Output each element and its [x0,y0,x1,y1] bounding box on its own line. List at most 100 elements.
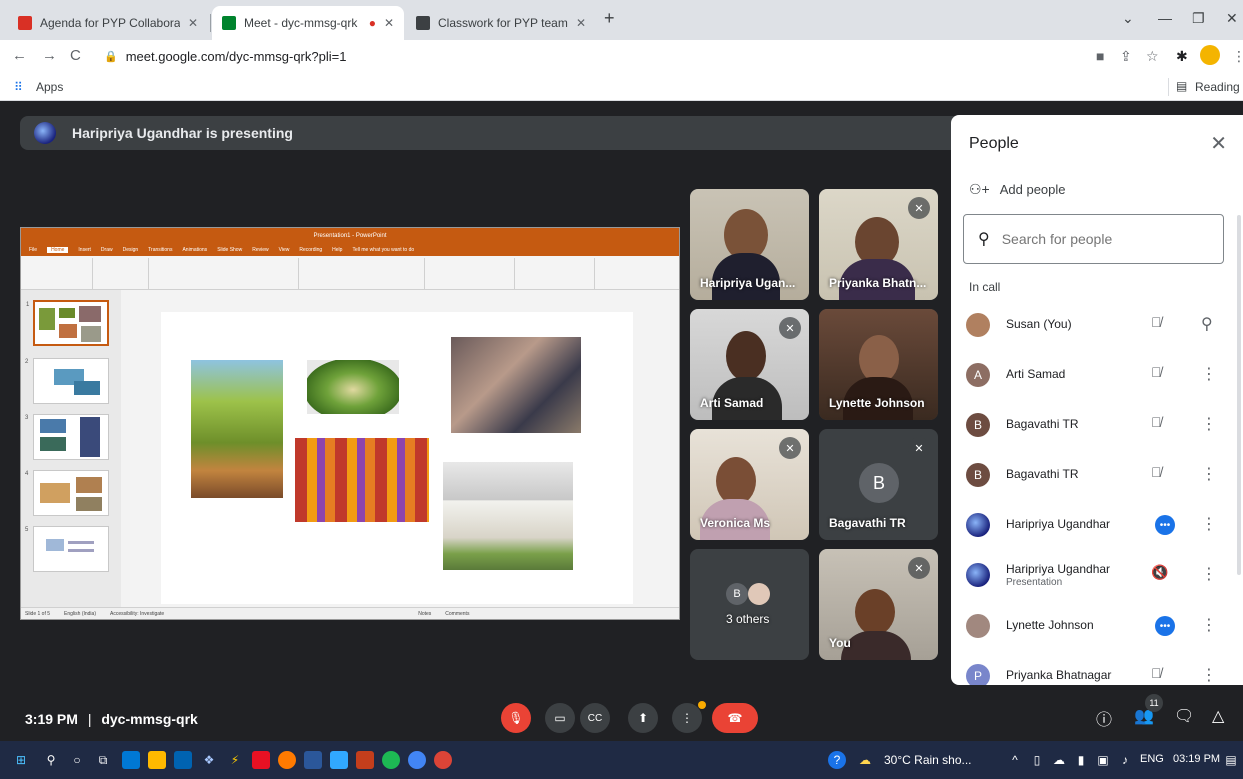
kebab-menu-icon[interactable]: ⋮ [1201,514,1217,534]
slide-thumb-5: 5 [25,526,109,572]
extensions-icon[interactable]: ✱ [1176,48,1188,65]
present-screen-button[interactable]: ⬆ [628,703,658,733]
add-people-button[interactable]: ⚇+ Add people [969,181,1066,198]
chrome-icon[interactable] [434,751,452,769]
chrome-icon[interactable] [408,751,426,769]
reload-icon[interactable]: C [70,47,81,64]
back-arrow-icon[interactable]: ← [12,47,27,64]
url-text: meet.google.com/dyc-mmsg-qrk?pli=1 [125,49,347,64]
kebab-menu-icon[interactable]: ⋮ [1201,665,1217,685]
mic-off-button[interactable]: 🎙 [501,703,531,733]
avatar [966,614,990,638]
video-tile[interactable]: Lynette Johnson [819,309,938,420]
file-explorer-icon[interactable] [148,751,166,769]
camera-icon[interactable]: ■ [1096,48,1104,64]
weather-text[interactable]: 30°C Rain sho... [884,753,972,767]
leave-call-button[interactable]: ☎ [712,703,758,733]
app-icon[interactable] [252,751,270,769]
battery-icon[interactable]: ▮ [1072,751,1090,769]
self-view-tile[interactable]: ✕ You [819,549,938,660]
network-icon[interactable]: ▣ [1094,751,1112,769]
system-clock[interactable]: ENG 03:19 PM [1140,753,1220,765]
forward-arrow-icon[interactable]: → [42,47,57,64]
app-icon[interactable]: ⚡ [226,751,244,769]
cortana-icon[interactable]: ○ [68,751,86,769]
video-tile[interactable]: ✕ Veronica Ms [690,429,809,540]
teams-icon[interactable]: ❖ [200,751,218,769]
minimize-button[interactable]: — [1158,10,1172,26]
tab-meet[interactable]: Meet - dyc-mmsg-qrk ● ✕ [212,6,404,40]
profile-avatar[interactable] [1200,45,1220,65]
video-tile[interactable]: Haripriya Ugan... [690,189,809,300]
volume-icon[interactable]: ♪ [1116,751,1134,769]
info-icon[interactable]: ⓘ [1096,706,1112,730]
browser-tab-bar: Agenda for PYP Collaboration M ✕ Meet - … [0,0,1243,40]
captions-button[interactable]: CC [580,703,610,733]
scrollbar[interactable] [1237,215,1241,575]
kebab-menu-icon[interactable]: ⋮ [1201,615,1217,635]
activities-icon[interactable]: △ [1212,706,1224,726]
video-tile[interactable]: ✕ Priyanka Bhatn... [819,189,938,300]
video-tile[interactable]: B ✕ Bagavathi TR [819,429,938,540]
more-options-button[interactable]: ⋮ [672,703,702,733]
spotify-icon[interactable] [382,751,400,769]
tab-classwork[interactable]: Classwork for PYP team @Gatew ✕ [406,6,596,40]
chat-icon[interactable]: 🗨 [1174,706,1194,726]
close-icon[interactable]: ✕ [576,16,586,30]
tab-agenda[interactable]: Agenda for PYP Collaboration M ✕ [8,6,208,40]
store-icon[interactable] [174,751,192,769]
participant-row[interactable]: B Bagavathi TR 🎙̸ ⋮ [951,450,1231,500]
participant-row[interactable]: B Bagavathi TR 🎙̸ ⋮ [951,400,1231,450]
maximize-button[interactable]: ❐ [1192,10,1205,27]
avatar: A [966,363,990,387]
windows-start-icon[interactable]: ⊞ [12,751,30,769]
tile-name: Bagavathi TR [829,516,906,530]
url-bar[interactable]: 🔒 meet.google.com/dyc-mmsg-qrk?pli=1 [94,44,1094,69]
participant-row[interactable]: P Priyanka Bhatnagar 🎙̸ ⋮ [951,651,1231,685]
kebab-menu-icon[interactable]: ⋮ [1201,364,1217,384]
camera-button[interactable]: ▭ [545,703,575,733]
shared-screen[interactable]: Presentation1 - PowerPoint File Home Ins… [20,227,680,620]
participant-row[interactable]: Susan (You) 🎙̸ ⚲ [951,300,1231,350]
close-window-button[interactable]: ✕ [1226,10,1238,27]
others-tile[interactable]: B 3 others [690,549,809,660]
onedrive-icon[interactable]: ☁ [1050,751,1068,769]
participant-count-badge: 11 [1145,694,1163,712]
word-icon[interactable] [304,751,322,769]
chevron-up-icon[interactable]: ^ [1006,751,1024,769]
participant-row[interactable]: Haripriya Ugandhar ••• ⋮ [951,500,1231,550]
language-indicator[interactable]: ENG [1140,753,1164,765]
search-people-field[interactable]: ⚲ [963,214,1224,264]
notifications-icon[interactable]: ▤ [1222,751,1240,769]
edge-icon[interactable] [122,751,140,769]
pin-icon[interactable]: ⚲ [1201,314,1213,334]
participant-row[interactable]: Haripriya Ugandhar Presentation 🔇 ⋮ [951,550,1231,600]
tray-icons[interactable]: ▯ [1028,751,1046,769]
share-icon[interactable]: ⇪ [1120,48,1132,65]
apps-shortcut[interactable]: Apps [36,80,63,94]
reading-list-icon: ▤ [1176,79,1188,93]
participant-row[interactable]: Lynette Johnson ••• ⋮ [951,601,1231,651]
firefox-icon[interactable] [278,751,296,769]
task-view-icon[interactable]: ⧉ [94,751,112,769]
close-icon[interactable]: ✕ [188,16,198,30]
kebab-menu-icon[interactable]: ⋮ [1232,48,1243,65]
close-icon[interactable]: ✕ [384,16,394,30]
search-input[interactable] [1001,231,1202,247]
chevron-down-icon[interactable]: ⌄ [1122,10,1134,27]
kebab-menu-icon[interactable]: ⋮ [1201,414,1217,434]
video-tile[interactable]: ✕ Arti Samad [690,309,809,420]
participant-row[interactable]: A Arti Samad 🎙̸ ⋮ [951,350,1231,400]
kebab-menu-icon[interactable]: ⋮ [1201,564,1217,584]
taskbar-clock[interactable]: 03:19 PM [1173,753,1220,765]
kebab-menu-icon[interactable]: ⋮ [1201,464,1217,484]
photoshop-icon[interactable] [330,751,348,769]
powerpoint-icon[interactable] [356,751,374,769]
help-icon[interactable]: ? [828,751,846,769]
reading-list-button[interactable]: Reading list [1195,80,1243,94]
new-tab-button[interactable]: + [604,8,615,29]
bookmark-star-icon[interactable]: ☆ [1146,48,1159,65]
search-icon[interactable]: ⚲ [42,751,60,769]
avatar: B [966,413,990,437]
close-icon[interactable]: ✕ [1210,131,1227,156]
